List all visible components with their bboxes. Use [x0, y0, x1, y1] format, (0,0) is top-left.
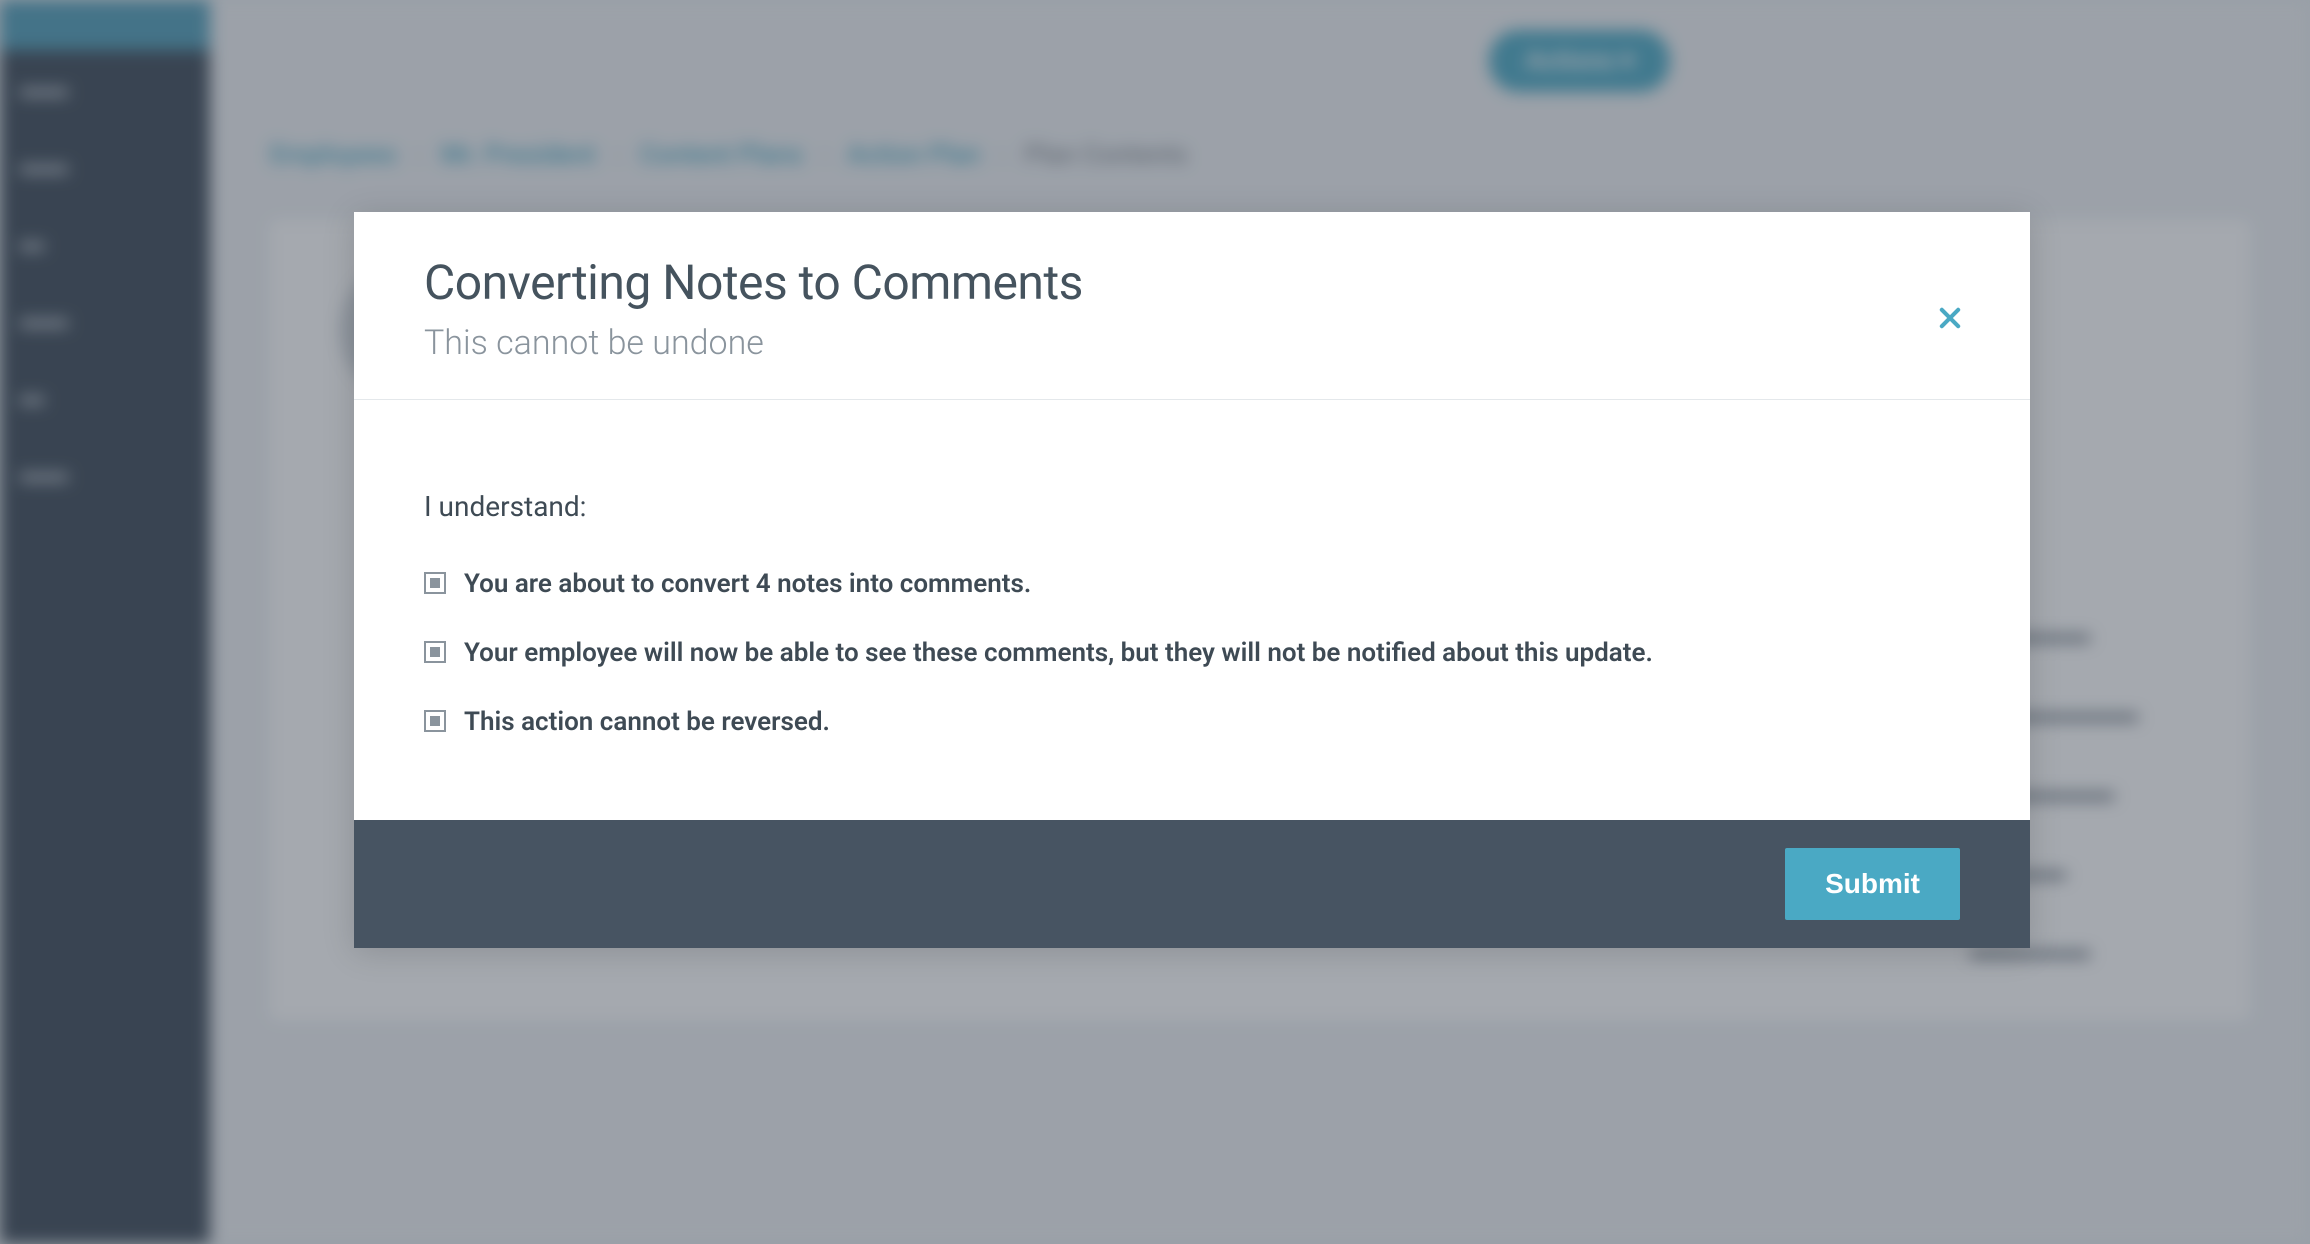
- convert-notes-modal: Converting Notes to Comments This cannot…: [354, 212, 2030, 948]
- checkbox-indicator-icon: [430, 716, 440, 726]
- close-icon: [1936, 304, 1964, 332]
- checklist-item: You are about to convert 4 notes into co…: [424, 567, 1960, 602]
- checklist-item: This action cannot be reversed.: [424, 705, 1960, 740]
- checklist-text: Your employee will now be able to see th…: [464, 636, 1653, 671]
- modal-header: Converting Notes to Comments This cannot…: [354, 212, 2030, 400]
- modal-footer: Submit: [354, 820, 2030, 948]
- checklist-text: This action cannot be reversed.: [464, 705, 830, 740]
- modal-title: Converting Notes to Comments: [424, 254, 1960, 311]
- modal-subtitle: This cannot be undone: [424, 323, 1960, 363]
- checkbox-indicator-icon: [430, 647, 440, 657]
- checkbox-visibility[interactable]: [424, 641, 446, 663]
- intro-text: I understand:: [424, 490, 1960, 523]
- modal-body: I understand: You are about to convert 4…: [354, 400, 2030, 820]
- checklist-item: Your employee will now be able to see th…: [424, 636, 1960, 671]
- checklist-text: You are about to convert 4 notes into co…: [464, 567, 1031, 602]
- submit-button[interactable]: Submit: [1785, 848, 1960, 920]
- checklist: You are about to convert 4 notes into co…: [424, 567, 1960, 740]
- close-button[interactable]: [1930, 298, 1970, 338]
- checkbox-convert-count[interactable]: [424, 572, 446, 594]
- checkbox-irreversible[interactable]: [424, 710, 446, 732]
- checkbox-indicator-icon: [430, 578, 440, 588]
